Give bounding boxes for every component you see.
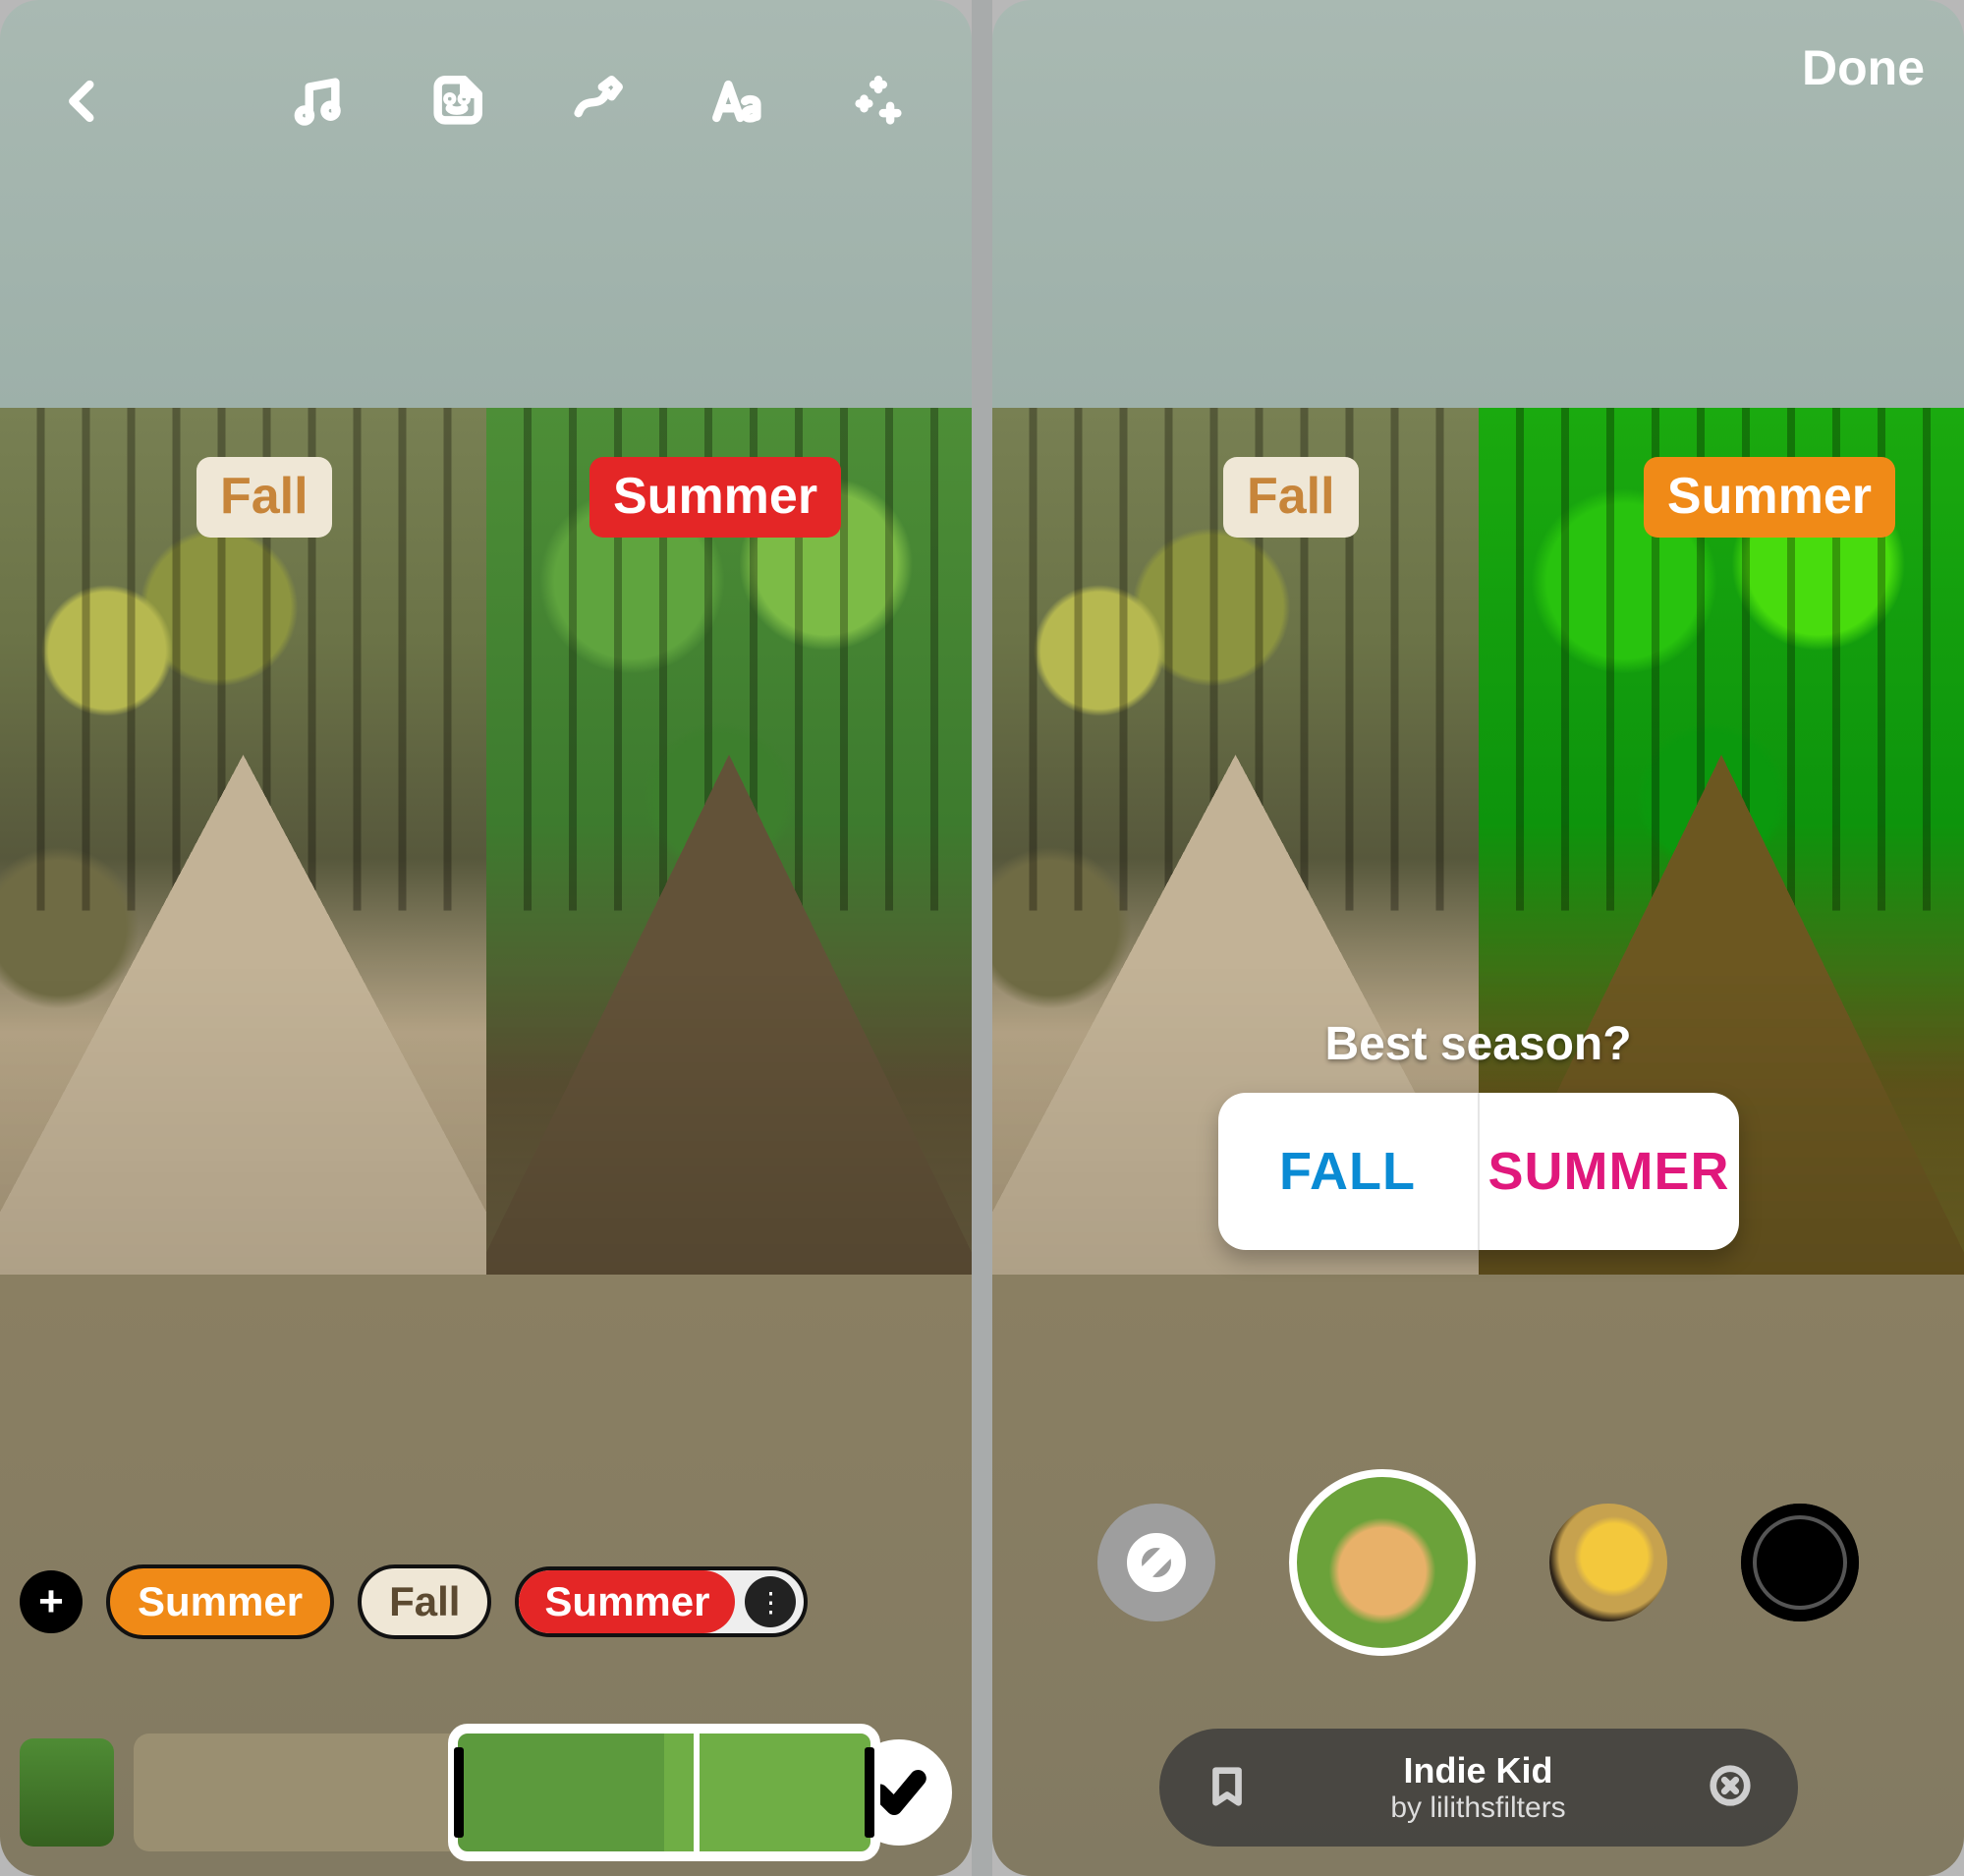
filter-none[interactable] [1097,1504,1215,1621]
save-filter-icon[interactable] [1205,1763,1250,1813]
tag-more-icon[interactable]: ⋮ [745,1576,796,1627]
toolbar [288,73,907,135]
trim-selection[interactable] [458,1734,870,1851]
add-text-button[interactable]: + [20,1570,83,1633]
text-tag-strip: + Summer Fall Summer ⋮ [20,1553,952,1651]
collage[interactable]: Fall Summer [0,408,972,1275]
trimmer-bar [20,1729,952,1856]
collage-r[interactable]: Fall Summer Best season? FALL SUMMER [992,408,1964,1275]
label-summer[interactable]: Summer [589,457,841,538]
filter-picker-pane: Done Fall Summer Best season? FALL SUMME… [992,0,1964,1876]
label-summer-r[interactable]: Summer [1644,457,1895,538]
collage-left [0,408,486,1275]
pane-divider [972,0,992,1876]
close-filter-icon[interactable] [1708,1763,1753,1813]
filter-sunflower[interactable] [1549,1504,1667,1621]
filter-dark[interactable] [1741,1504,1859,1621]
poll-box: FALL SUMMER [1218,1093,1739,1250]
editor-topbar [0,44,972,162]
label-fall-r[interactable]: Fall [1223,457,1359,538]
trim-track[interactable] [134,1734,826,1851]
filter-author: by lilithsfilters [1250,1791,1708,1825]
tag-summer-orange[interactable]: Summer [106,1564,334,1639]
poll-option-summer[interactable]: SUMMER [1478,1093,1739,1250]
filter-title: Indie Kid [1250,1750,1708,1791]
trim-handle-right[interactable] [865,1747,874,1838]
trim-playhead[interactable] [694,1728,700,1857]
tag-fall-cream[interactable]: Fall [358,1564,491,1639]
effects-icon[interactable] [850,73,907,135]
done-button[interactable]: Done [1802,39,1925,96]
story-editor-pane: Fall Summer + Summer Fall Summer ⋮ [0,0,972,1876]
filter-name-pill: Indie Kid by lilithsfilters [1159,1729,1798,1847]
draw-icon[interactable] [569,73,626,135]
clip-thumbnail[interactable] [20,1738,114,1847]
poll-option-fall[interactable]: FALL [1218,1093,1478,1250]
text-icon[interactable] [709,73,766,135]
tag-summer-red: Summer [519,1570,735,1633]
back-button[interactable] [54,73,111,135]
poll-question: Best season? [1218,1017,1739,1071]
trim-handle-left[interactable] [454,1747,464,1838]
filter-selected[interactable] [1289,1469,1476,1656]
music-icon[interactable] [288,73,345,135]
tag-summer-red-group[interactable]: Summer ⋮ [515,1566,808,1637]
label-fall[interactable]: Fall [196,457,332,538]
collage-right [486,408,973,1275]
filter-carousel[interactable] [992,1454,1964,1671]
sticker-icon[interactable] [428,73,485,135]
poll-sticker[interactable]: Best season? FALL SUMMER [1218,1017,1739,1250]
